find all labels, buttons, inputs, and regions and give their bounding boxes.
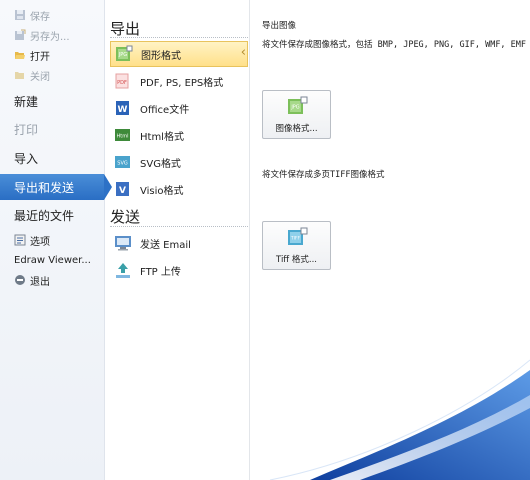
section-title: 导出图像 [262,21,297,31]
pdf-icon: PDF [115,73,129,89]
close-file-icon [15,72,24,79]
image-format-description: 将文件保存成图像格式，包括 BMP, JPEG, PNG, GIF, WMF, … [262,40,527,50]
export-item-image-format[interactable]: JPG 图形格式 [110,41,248,67]
export-item-label: 图形格式 [141,50,181,62]
nav-options-label: 选项 [30,236,50,248]
ftp-upload-icon [116,263,130,278]
export-item-pdf[interactable]: PDF PDF, PS, EPS格式 [110,68,248,94]
export-item-svg[interactable]: SVG SVG格式 [110,149,248,175]
open-folder-icon [15,52,25,59]
nav-open-label: 打开 [30,51,50,63]
tiff-format-button-label: Tiff 格式... [276,254,317,265]
export-send-list: 导出 JPG 图形格式 PDF PDF, PS, EPS格式 W Office文… [105,0,250,480]
nav-new[interactable]: 新建 [0,88,104,114]
nav-import[interactable]: 导入 [0,145,104,171]
export-item-html[interactable]: Html Html格式 [110,122,248,148]
send-heading: 发送 [110,208,141,226]
jpg-icon: JPG [287,96,307,114]
export-item-label: Office文件 [140,104,190,116]
nav-export-send-label: 导出和发送 [14,180,75,195]
exit-icon [15,275,25,285]
nav-import-label: 导入 [14,151,39,166]
nav-save-label: 保存 [30,11,50,23]
export-item-office[interactable]: W Office文件 [110,95,248,121]
nav-open[interactable]: 打开 [0,46,104,64]
nav-edraw-viewer-label: Edraw Viewer... [14,254,91,266]
export-heading: 导出 [110,20,141,38]
export-item-label: SVG格式 [140,158,181,170]
nav-save-as[interactable]: 另存为... [0,26,104,44]
nav-export-send[interactable]: 导出和发送 [0,174,112,200]
send-item-ftp[interactable]: FTP 上传 [110,257,248,283]
export-detail-pane: 导出图像 将文件保存成图像格式，包括 BMP, JPEG, PNG, GIF, … [251,0,530,480]
export-item-visio[interactable]: V Visio格式 [110,176,248,202]
svg-text:PDF: PDF [117,80,127,86]
email-icon [115,236,131,251]
image-format-button[interactable]: JPG 图像格式... [262,90,331,139]
send-item-email[interactable]: 发送 Email [110,230,248,256]
save-as-icon [15,29,26,40]
nav-recent[interactable]: 最近的文件 [0,202,104,228]
nav-print-label: 打印 [14,122,39,137]
export-item-label: Html格式 [140,131,184,143]
options-icon [14,234,26,246]
tiff-description: 将文件保存成多页TIFF图像格式 [262,170,385,180]
nav-save[interactable]: 保存 [0,6,104,24]
svg-text:TIFF: TIFF [289,235,300,241]
save-icon [15,10,25,20]
nav-recent-label: 最近的文件 [14,208,75,223]
svg-text:V: V [119,186,126,196]
export-divider [110,37,248,38]
nav-new-label: 新建 [14,94,39,109]
image-format-button-label: 图像格式... [275,123,318,134]
send-divider [110,226,248,227]
export-item-label: Visio格式 [140,185,184,197]
svg-text:JPG: JPG [290,104,299,110]
svg-text:SVG: SVG [117,161,128,167]
nav-close[interactable]: 关闭 [0,66,104,84]
nav-exit-label: 退出 [30,276,50,288]
send-item-label: FTP 上传 [140,266,181,278]
nav-exit[interactable]: 退出 [0,271,104,289]
visio-icon: V [116,182,129,196]
nav-edraw-viewer[interactable]: Edraw Viewer... [0,251,104,269]
nav-print[interactable]: 打印 [0,116,104,142]
export-item-label: PDF, PS, EPS格式 [140,77,224,89]
html-icon: Html [115,129,130,141]
svg-text:JPG: JPG [118,52,127,58]
svg-icon: SVG [115,156,130,168]
word-icon: W [116,101,129,115]
nav-close-label: 关闭 [30,71,50,83]
svg-text:Html: Html [117,134,129,140]
tiff-format-button[interactable]: TIFF Tiff 格式... [262,221,331,270]
jpg-icon: JPG [116,45,133,61]
svg-text:W: W [118,105,128,115]
nav-save-as-label: 另存为... [30,31,70,43]
backstage-nav: 保存 另存为... 打开 关闭 新建 打印 导入 导出和发送 最近的文件 选项 … [0,0,112,480]
tiff-icon: TIFF [287,227,307,245]
send-item-label: 发送 Email [140,239,191,251]
nav-options[interactable]: 选项 [0,231,104,249]
